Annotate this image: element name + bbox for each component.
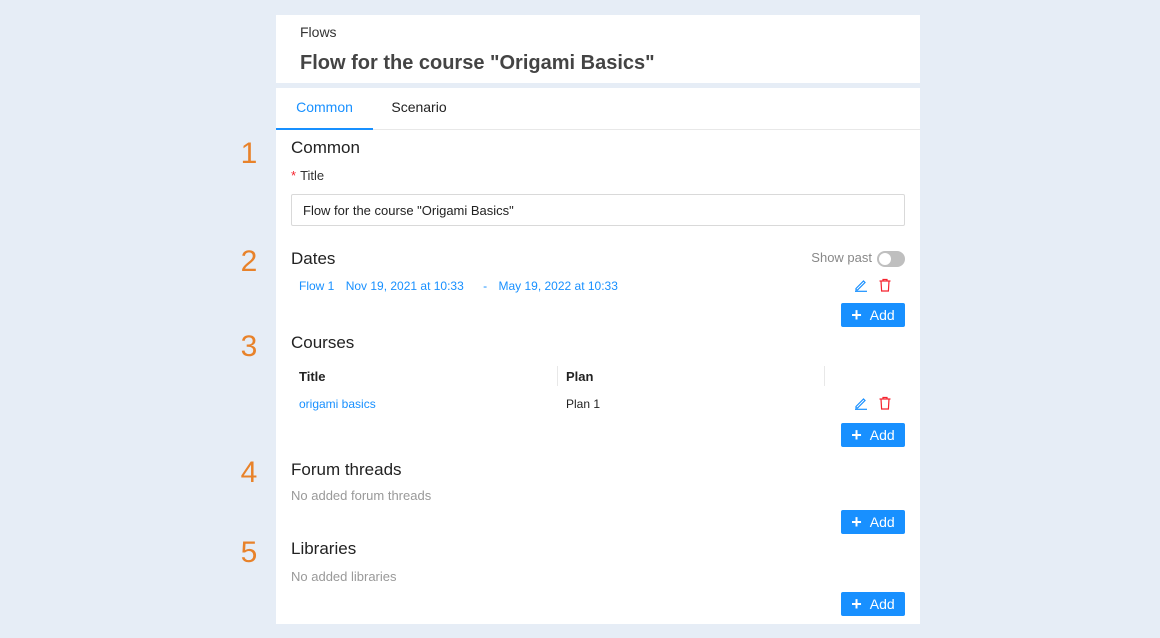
forum-empty-text: No added forum threads <box>291 488 432 503</box>
step-number-4: 4 <box>240 456 258 489</box>
column-header-plan: Plan <box>566 369 594 384</box>
step-number-1: 1 <box>240 137 258 170</box>
section-title-libraries: Libraries <box>291 539 357 558</box>
column-header-title: Title <box>299 369 326 384</box>
pencil-icon[interactable] <box>854 396 868 410</box>
add-library-button[interactable]: + Add <box>841 592 905 616</box>
section-title-common: Common <box>291 138 360 157</box>
add-forum-button[interactable]: + Add <box>841 510 905 534</box>
course-title-link[interactable]: origami basics <box>299 397 376 411</box>
plus-icon: + <box>851 305 862 325</box>
add-course-button[interactable]: + Add <box>841 423 905 447</box>
title-label-text: Title <box>300 168 325 183</box>
tab-common[interactable]: Common <box>276 88 373 130</box>
trash-icon[interactable] <box>878 278 892 292</box>
date-item[interactable]: Flow 1 Nov 19, 2021 at 10:33 - May 19, 2… <box>299 279 626 293</box>
course-plan: Plan 1 <box>566 397 601 411</box>
plus-icon: + <box>851 512 862 532</box>
section-title-dates: Dates <box>291 249 336 268</box>
step-number-3: 3 <box>240 330 258 363</box>
toggle-knob <box>879 253 891 265</box>
add-course-label: Add <box>869 427 895 443</box>
flow-form-card: Common Scenario Common *Title Dates Show… <box>276 88 920 624</box>
date-item-start[interactable]: Nov 19, 2021 at 10:33 <box>346 279 464 293</box>
required-mark: * <box>291 168 297 183</box>
pencil-icon[interactable] <box>854 278 868 292</box>
date-item-end[interactable]: May 19, 2022 at 10:33 <box>498 279 617 293</box>
section-title-courses: Courses <box>291 333 355 352</box>
page-title: Flow for the course "Origami Basics" <box>300 52 655 74</box>
add-library-label: Add <box>869 596 895 612</box>
column-divider <box>824 366 825 386</box>
trash-icon[interactable] <box>878 396 892 410</box>
step-number-2: 2 <box>240 245 258 278</box>
title-input[interactable] <box>291 194 905 226</box>
title-field-label: * Title <box>291 168 324 183</box>
plus-icon: + <box>851 594 862 614</box>
show-past-toggle[interactable] <box>877 251 905 267</box>
libraries-empty-text: No added libraries <box>291 569 397 584</box>
section-title-forum: Forum threads <box>291 460 402 479</box>
show-past-label: Show past <box>811 250 872 265</box>
breadcrumb[interactable]: Flows <box>300 24 337 40</box>
date-item-name[interactable]: Flow 1 <box>299 279 334 293</box>
tab-scenario[interactable]: Scenario <box>373 88 465 130</box>
add-forum-label: Add <box>869 514 895 530</box>
column-divider <box>557 366 558 386</box>
plus-icon: + <box>851 425 862 445</box>
tab-bar: Common Scenario <box>276 88 920 130</box>
page-header: Flows Flow for the course "Origami Basic… <box>276 15 920 83</box>
step-number-5: 5 <box>240 536 258 569</box>
add-date-button[interactable]: + Add <box>841 303 905 327</box>
add-date-label: Add <box>869 307 895 323</box>
date-item-separator: - <box>483 279 488 293</box>
